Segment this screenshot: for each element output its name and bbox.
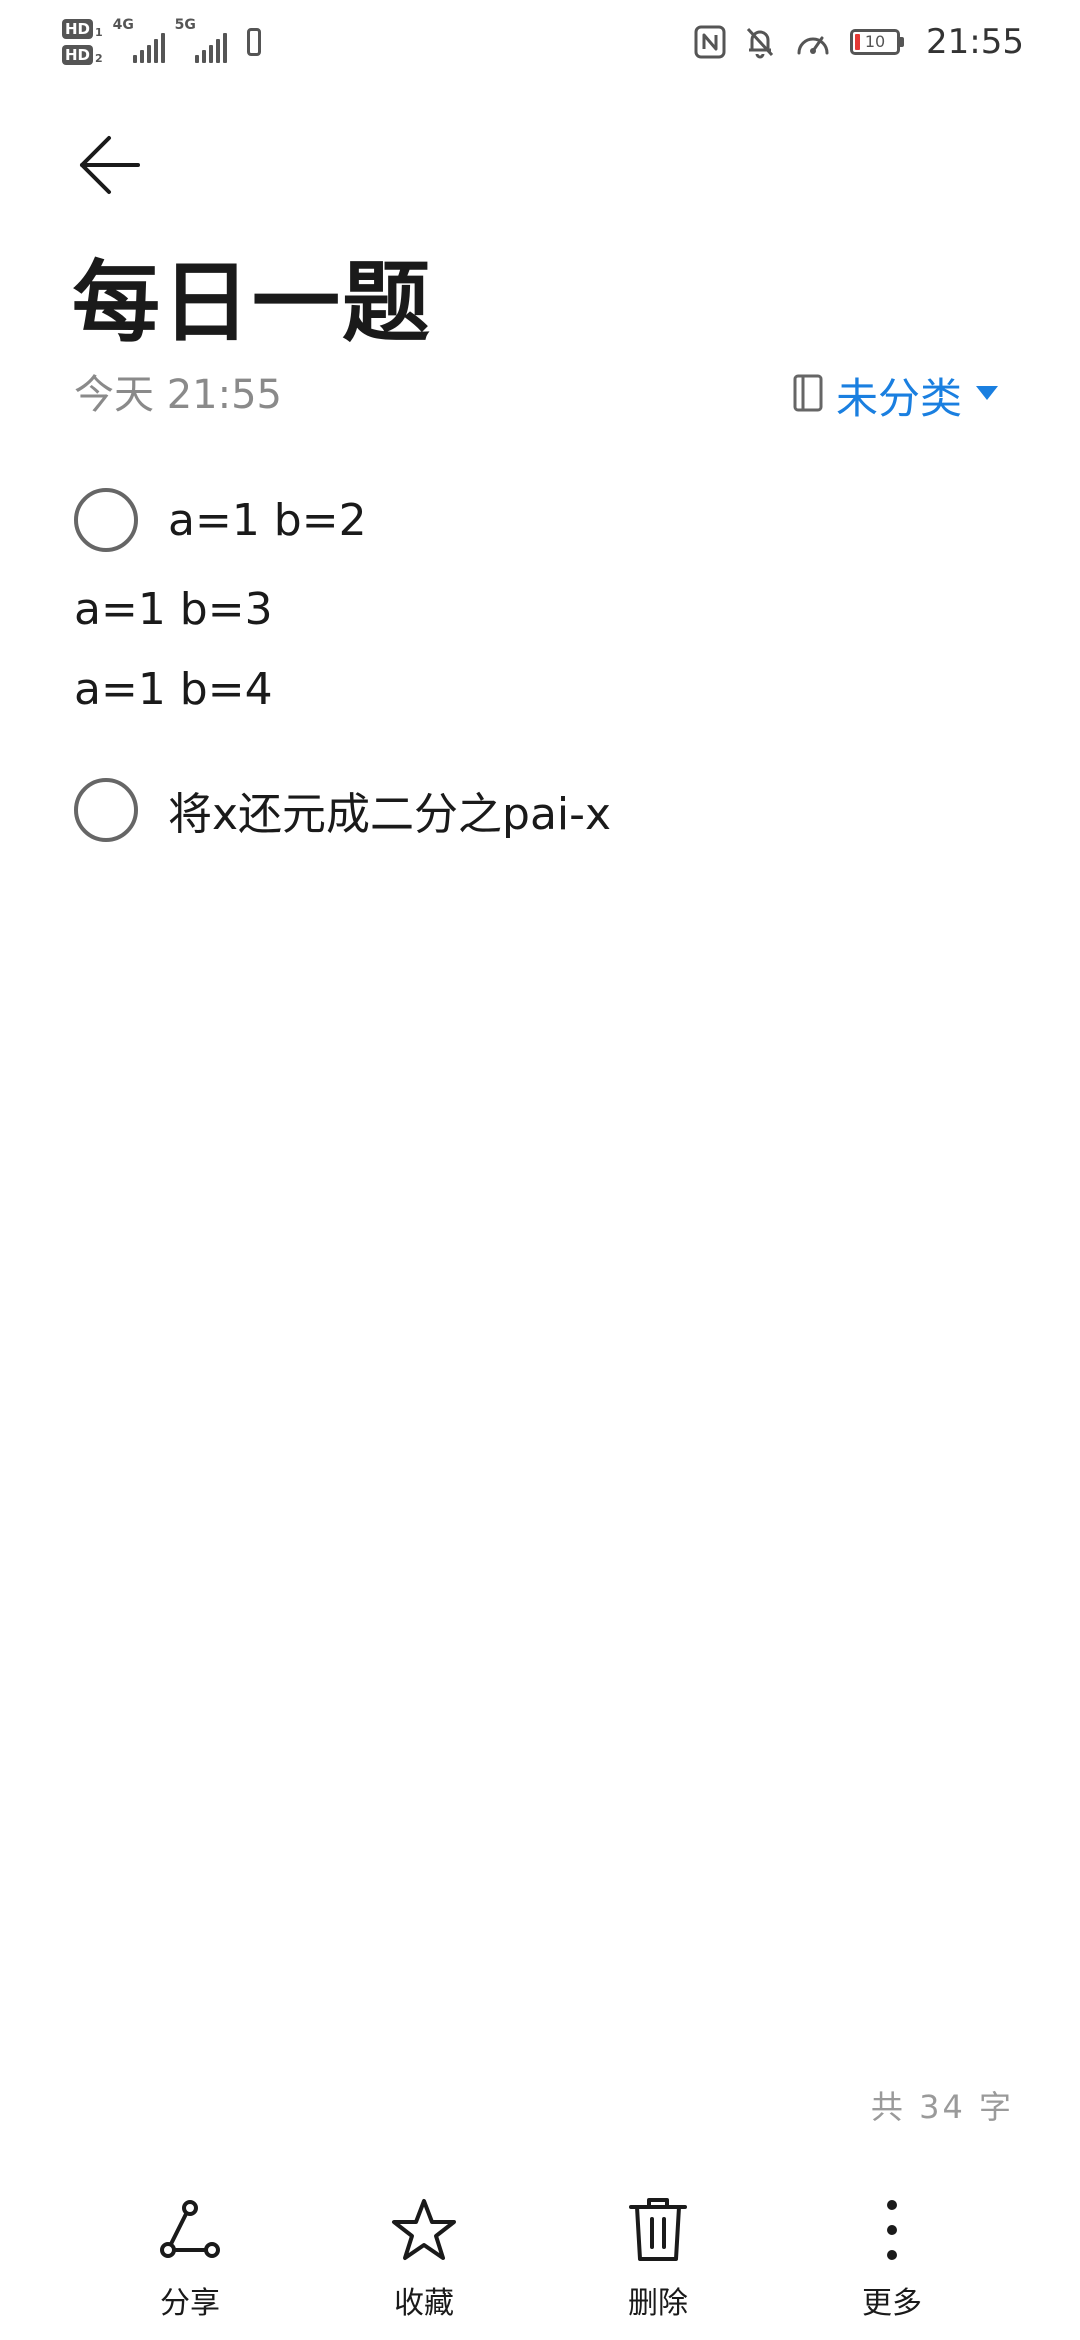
note-timestamp: 今天 21:55 xyxy=(74,372,282,418)
delete-button[interactable]: 删除 xyxy=(578,2190,738,2330)
word-count: 共 34 字 xyxy=(870,2088,1014,2126)
category-label: 未分类 xyxy=(835,373,962,423)
note-title[interactable]: 每日一题 xyxy=(72,248,432,358)
speedometer-icon xyxy=(794,25,832,59)
share-button[interactable]: 分享 xyxy=(110,2190,270,2330)
caret-down-icon xyxy=(974,383,1000,407)
hd-label: HD xyxy=(62,19,94,39)
network-type-label: 4G xyxy=(112,17,134,33)
todo-checkbox[interactable] xyxy=(74,778,138,842)
sim-number: 1 xyxy=(95,26,103,39)
bottom-action-bar: 分享 收藏 删除 更多 xyxy=(0,2190,1080,2340)
mute-bell-icon xyxy=(744,25,776,59)
hd-badge-sim2: HD 2 xyxy=(62,45,103,65)
text-line[interactable]: a=1 b=4 xyxy=(74,650,1014,730)
phone-outline-icon xyxy=(246,28,261,56)
back-button[interactable] xyxy=(64,120,154,210)
todo-checkbox[interactable] xyxy=(74,488,138,552)
status-clock: 21:55 xyxy=(926,22,1024,62)
delete-label: 删除 xyxy=(628,2286,688,2321)
more-label: 更多 xyxy=(862,2286,922,2321)
note-content[interactable]: a=1 b=2 a=1 b=3 a=1 b=4 将x还元成二分之pai-x xyxy=(74,480,1014,850)
hd-badge-sim1: HD 1 xyxy=(62,19,103,39)
network-type-label: 5G xyxy=(174,17,196,33)
todo-text[interactable]: a=1 b=2 xyxy=(168,495,367,546)
more-vertical-icon xyxy=(887,2200,897,2260)
favorite-button[interactable]: 收藏 xyxy=(344,2190,504,2330)
share-icon xyxy=(160,2200,220,2258)
share-label: 分享 xyxy=(160,2286,220,2321)
todo-item: a=1 b=2 xyxy=(74,480,1014,560)
sim-number: 2 xyxy=(95,52,103,65)
signal-5g-icon: 5G xyxy=(175,17,227,63)
battery-icon: 10 xyxy=(850,29,905,55)
category-selector[interactable]: 未分类 xyxy=(792,366,1000,424)
status-right-group: 10 21:55 xyxy=(694,14,1024,70)
trash-icon xyxy=(629,2198,687,2261)
notebook-icon xyxy=(792,373,824,417)
hd-label: HD xyxy=(62,45,94,65)
star-icon xyxy=(392,2199,456,2260)
status-bar: HD 1 HD 2 4G 5G 10 21:55 xyxy=(0,0,1080,80)
status-left-group: HD 1 HD 2 4G 5G xyxy=(62,14,261,70)
battery-level: 10 xyxy=(864,32,886,51)
text-line[interactable]: a=1 b=3 xyxy=(74,570,1014,650)
todo-item: 将x还元成二分之pai-x xyxy=(74,770,1014,850)
nfc-icon xyxy=(694,25,726,59)
hd-badges: HD 1 HD 2 xyxy=(62,19,103,65)
signal-4g-icon: 4G xyxy=(113,17,165,63)
more-button[interactable]: 更多 xyxy=(812,2190,972,2330)
todo-text[interactable]: 将x还元成二分之pai-x xyxy=(168,778,611,842)
arrow-left-icon xyxy=(80,136,140,194)
favorite-label: 收藏 xyxy=(394,2286,454,2321)
